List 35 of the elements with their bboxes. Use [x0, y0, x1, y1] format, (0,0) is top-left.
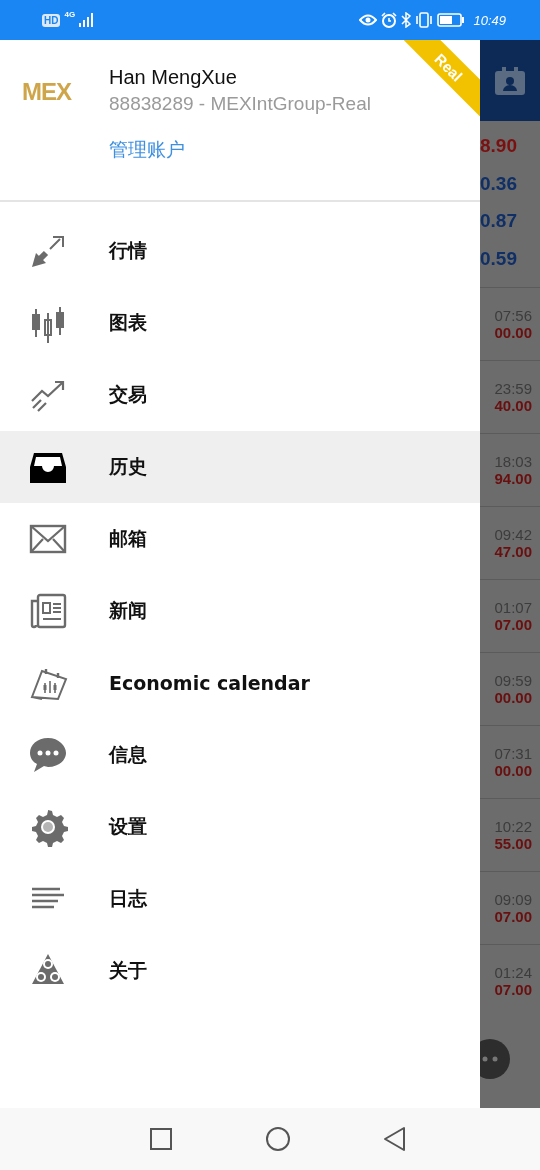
battery-icon [437, 13, 466, 27]
eye-icon [359, 14, 378, 26]
deal-amount: 07.00 [494, 981, 532, 998]
deal-amount: 94.00 [494, 470, 532, 487]
hd-indicator: HD [42, 13, 61, 27]
deal-amount: 55.00 [494, 835, 532, 852]
more-button[interactable] [480, 1039, 510, 1079]
account-number: 88838289 - MEXIntGroup-Real [109, 93, 371, 115]
network-type: 4G [64, 10, 76, 19]
quote-price: 0.87 [480, 209, 518, 233]
dots-icon [482, 1056, 498, 1062]
newspaper-icon [28, 591, 68, 631]
brand-logo: MEX [22, 78, 73, 107]
deal-amount: 07.00 [494, 616, 532, 633]
back-icon[interactable] [382, 1126, 407, 1152]
deal-amount: 00.00 [494, 762, 532, 779]
signal-icon [79, 13, 96, 27]
deal-amount: 00.00 [494, 324, 532, 341]
quote-price: 8.90 [480, 134, 518, 158]
quote-price: 0.36 [480, 171, 518, 196]
alarm-icon [381, 12, 398, 28]
vibrate-icon [415, 12, 434, 28]
chat-bubble-icon [28, 735, 68, 775]
recents-icon[interactable] [148, 1127, 173, 1151]
menu-item[interactable]: 历史 [0, 431, 480, 503]
deal-amount: 00.00 [494, 689, 532, 706]
contact-card-icon[interactable] [494, 65, 526, 96]
quote-price: 0.59 [480, 246, 518, 271]
deal-amount: 40.00 [494, 397, 532, 414]
bluetooth-icon [401, 12, 412, 28]
clock-time: 10:49 [473, 12, 506, 28]
deal-amount: 07.00 [494, 908, 532, 925]
account-name: Han MengXue [109, 66, 237, 89]
deal-amount: 47.00 [494, 543, 532, 560]
home-icon[interactable] [264, 1126, 291, 1152]
